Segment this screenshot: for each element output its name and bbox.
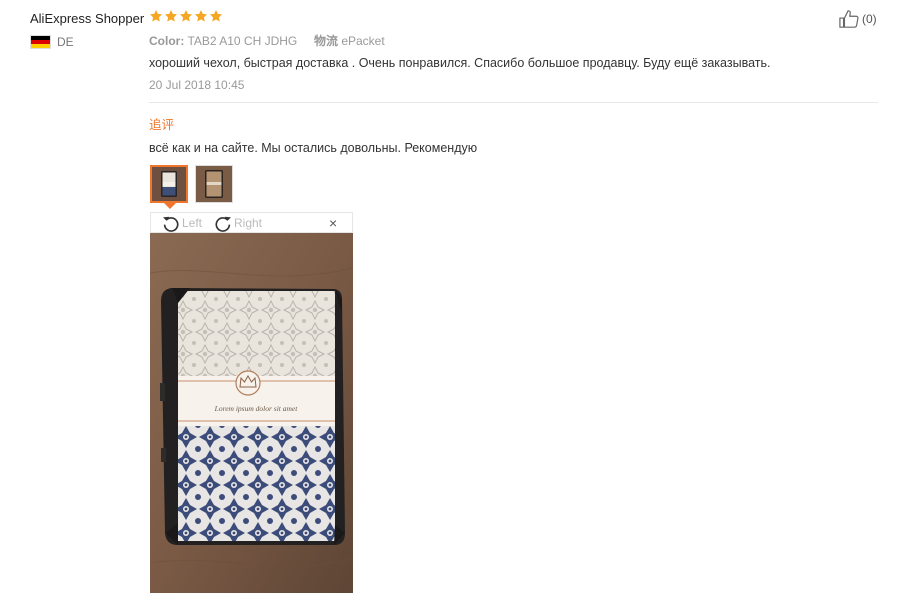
color-value: TAB2 A10 CH JDHG xyxy=(187,34,298,48)
review-date: 20 Jul 2018 10:45 xyxy=(149,78,245,92)
rotate-right-button[interactable]: Right xyxy=(213,214,262,232)
star-icon xyxy=(209,10,223,22)
star-icon xyxy=(164,10,178,22)
divider xyxy=(149,102,878,103)
order-meta: Color: TAB2 A10 CH JDHG 物流 ePacket xyxy=(149,32,385,49)
star-icon xyxy=(149,10,163,22)
close-viewer-button[interactable]: × xyxy=(329,215,337,231)
thumbnail-pointer xyxy=(164,203,176,209)
review-text: хороший чехол, быстрая доставка . Очень … xyxy=(149,56,771,70)
thumbs-up-icon xyxy=(839,10,859,28)
reviewer-country: DE xyxy=(30,35,74,49)
shipping-value: ePacket xyxy=(341,34,385,48)
rotate-left-label: Left xyxy=(182,216,203,230)
helpful-button[interactable]: (0) xyxy=(838,9,877,29)
cover-caption: Lorem ipsum dolor sit amet xyxy=(214,404,299,413)
rotate-left-button[interactable]: Left xyxy=(161,214,202,232)
shipping-label: 物流 xyxy=(313,34,338,48)
star-rating xyxy=(149,9,223,23)
followup-tag: 追评 xyxy=(149,118,175,132)
rotate-right-label: Right xyxy=(234,216,263,230)
color-label: Color: xyxy=(149,34,185,48)
helpful-count: (0) xyxy=(862,12,877,26)
review-photo-large: Lorem ipsum dolor sit amet xyxy=(150,233,353,593)
followup-text: всё как и на сайте. Мы остались довольны… xyxy=(149,141,478,155)
review-photo-thumbnail[interactable] xyxy=(150,165,188,203)
review-photo-thumbnail[interactable] xyxy=(195,165,233,203)
star-icon xyxy=(194,10,208,22)
reviewer-name: AliExpress Shopper xyxy=(30,11,145,26)
rotate-right-icon xyxy=(215,216,232,232)
star-icon xyxy=(179,10,193,22)
photo-viewer-toolbar: Left Right × xyxy=(150,212,353,233)
rotate-left-icon xyxy=(162,216,179,232)
country-code: DE xyxy=(57,35,74,49)
germany-flag-icon xyxy=(30,35,51,49)
